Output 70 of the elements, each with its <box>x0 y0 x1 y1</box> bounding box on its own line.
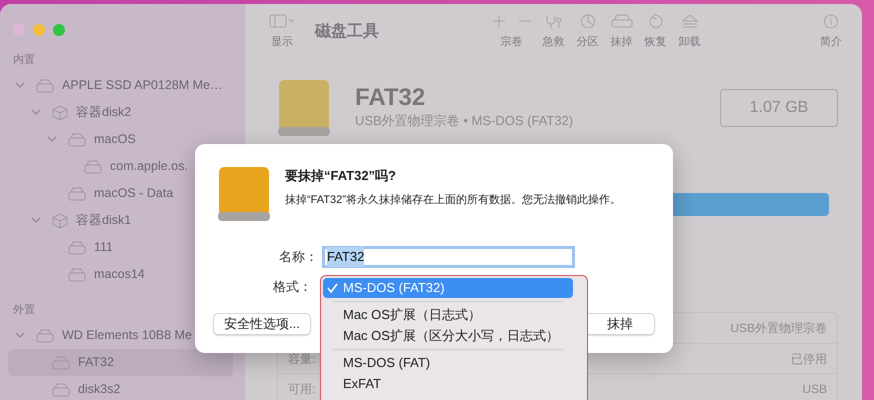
unmount-button[interactable]: 卸载 <box>672 14 706 50</box>
stethoscope-icon <box>544 14 564 28</box>
sidebar-item[interactable]: 容器disk2 <box>8 99 233 126</box>
volume-subtitle: USB外置物理宗卷 • MS-DOS (FAT32) <box>355 112 574 130</box>
volume-button[interactable]: 宗卷 <box>486 14 536 50</box>
drive-icon <box>84 160 102 174</box>
sidebar-icon <box>269 14 295 28</box>
window-control-button[interactable] <box>33 24 45 36</box>
section-title: 外置 <box>13 303 35 318</box>
cube-icon <box>52 212 68 228</box>
sidebar-item[interactable]: macOS - Data <box>8 180 233 207</box>
sidebar-item[interactable]: APPLE SSD AP0128M Me… <box>8 72 233 99</box>
drive-icon <box>217 166 271 222</box>
menu-option[interactable]: MS-DOS (FAT) <box>323 353 573 373</box>
drive-icon <box>68 186 86 200</box>
volume-size: 1.07 GB <box>720 88 838 127</box>
field-label: 名称： <box>278 248 318 266</box>
firstaid-button[interactable]: 急救 <box>536 14 570 50</box>
drive-icon <box>68 132 86 146</box>
info-label: 可用: <box>288 380 316 398</box>
window-control-button[interactable] <box>53 24 65 36</box>
name-field[interactable]: FAT32 <box>322 246 575 268</box>
info-value: 已停用 <box>791 350 827 368</box>
chevron-icon <box>15 82 25 89</box>
field-label: 格式： <box>273 278 313 296</box>
view-button[interactable]: 显示 <box>263 14 301 50</box>
drive-icon <box>610 14 632 28</box>
restore-button[interactable]: 恢复 <box>638 14 672 50</box>
chevron-icon <box>15 332 25 339</box>
cube-icon <box>52 104 68 120</box>
check-icon <box>327 283 338 293</box>
menu-option[interactable]: MS-DOS (FAT32) <box>323 278 573 298</box>
menu-option[interactable]: Mac OS扩展（区分大小写，日志式） <box>323 326 573 346</box>
sidebar-item[interactable]: disk3s2 <box>8 376 233 400</box>
drive-icon <box>68 240 86 254</box>
drive-icon <box>36 78 54 92</box>
dialog-message: 抹掉“FAT32”将永久抹掉储存在上面的所有数据。您无法撤销此操作。 <box>285 192 622 208</box>
dialog-title: 要抹掉“FAT32”吗? <box>285 167 397 185</box>
sidebar-item[interactable]: 容器disk1 <box>8 207 233 234</box>
drive-icon <box>277 78 331 137</box>
section-title: 内置 <box>13 53 35 68</box>
chevron-icon <box>31 217 41 224</box>
sidebar-item[interactable]: 111 <box>8 234 233 261</box>
partition-button[interactable]: 分区 <box>570 14 604 50</box>
drive-icon <box>52 382 70 396</box>
sidebar-item[interactable]: com.apple.os. <box>8 153 233 180</box>
dialog-button[interactable]: 抹掉 <box>585 313 655 335</box>
chevron-icon <box>31 109 41 116</box>
info-icon <box>823 14 839 28</box>
window-title: 磁盘工具 <box>315 22 379 42</box>
info-button[interactable]: 简介 <box>814 14 848 50</box>
chevron-icon <box>47 136 57 143</box>
info-value: USB <box>802 380 827 398</box>
volume-name: FAT32 <box>355 84 426 112</box>
menu-option[interactable]: Mac OS扩展（日志式） <box>323 305 573 325</box>
erase-button[interactable]: 抹掉 <box>604 14 638 50</box>
drive-icon <box>36 328 54 342</box>
eject-icon <box>680 14 698 28</box>
dialog-button[interactable]: 安全性选项... <box>213 313 311 335</box>
drive-icon <box>68 268 86 282</box>
drive-icon <box>52 356 70 370</box>
circular-arrow-icon <box>648 14 664 28</box>
sidebar-item[interactable]: macOS <box>8 126 233 153</box>
pie-chart-icon <box>580 14 596 28</box>
sidebar-item[interactable]: FAT32 <box>8 349 233 376</box>
sidebar-item[interactable]: macos14 <box>8 261 233 288</box>
menu-option[interactable]: ExFAT <box>323 374 573 394</box>
plus-minus-icon <box>492 14 530 28</box>
info-label: 容量: <box>288 350 316 368</box>
info-value: USB外置物理宗卷 <box>730 320 827 337</box>
